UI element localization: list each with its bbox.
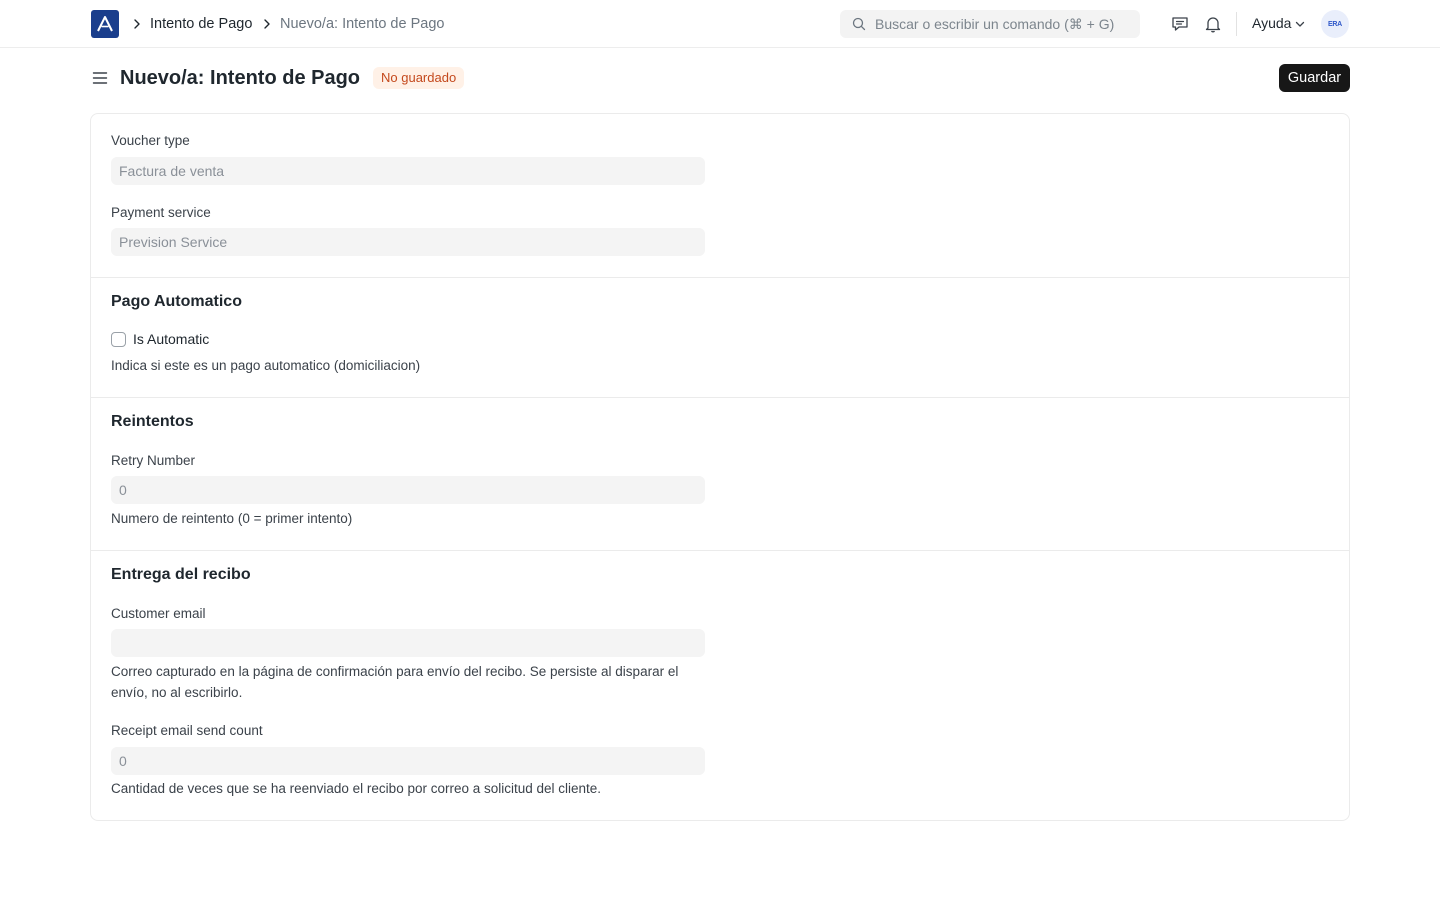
retry-number-label: Retry Number bbox=[111, 453, 196, 468]
section-divider bbox=[91, 550, 1349, 551]
help-menu[interactable]: Ayuda bbox=[1252, 15, 1291, 31]
chevron-right-icon bbox=[134, 19, 140, 29]
voucher-type-field[interactable] bbox=[111, 157, 705, 185]
logo-mark-icon bbox=[97, 16, 113, 32]
send-count-description: Cantidad de veces que se ha reenviado el… bbox=[111, 781, 602, 796]
is-automatic-checkbox[interactable] bbox=[111, 332, 126, 347]
customer-email-label: Customer email bbox=[111, 606, 206, 621]
breadcrumb-current: Nuevo/a: Intento de Pago bbox=[280, 16, 445, 32]
search-icon bbox=[852, 17, 866, 31]
customer-email-field[interactable] bbox=[111, 629, 705, 657]
status-badge: No guardado bbox=[373, 67, 465, 89]
navbar-divider bbox=[1236, 12, 1237, 36]
is-automatic-label[interactable]: Is Automatic bbox=[133, 331, 209, 347]
page-title: Nuevo/a: Intento de Pago bbox=[120, 67, 361, 89]
payment-service-field[interactable] bbox=[111, 228, 705, 256]
section-title-receipt[interactable]: Entrega del recibo bbox=[111, 565, 251, 585]
bell-icon[interactable] bbox=[1203, 14, 1223, 34]
customer-email-description: Correo capturado en la página de confirm… bbox=[111, 664, 679, 700]
chat-icon[interactable] bbox=[1170, 14, 1190, 34]
section-title-retries[interactable]: Reintentos bbox=[111, 412, 194, 432]
send-count-label: Receipt email send count bbox=[111, 723, 263, 738]
search-input[interactable] bbox=[875, 10, 1135, 38]
chevron-down-icon[interactable] bbox=[1295, 19, 1305, 29]
voucher-type-label: Voucher type bbox=[111, 133, 190, 148]
breadcrumb-doctype[interactable]: Intento de Pago bbox=[150, 15, 252, 33]
retry-number-field[interactable] bbox=[111, 476, 705, 504]
section-divider bbox=[91, 397, 1349, 398]
search-bar[interactable] bbox=[840, 10, 1140, 38]
save-button[interactable]: Guardar bbox=[1279, 64, 1350, 92]
send-count-field[interactable] bbox=[111, 747, 705, 775]
navbar: Intento de Pago Nuevo/a: Intento de Pago… bbox=[0, 0, 1440, 48]
is-automatic-description: Indica si este es un pago automatico (do… bbox=[111, 358, 421, 373]
payment-service-label: Payment service bbox=[111, 205, 211, 220]
avatar[interactable]: ERA bbox=[1321, 10, 1349, 38]
app-logo[interactable] bbox=[91, 10, 119, 38]
section-title-automatic[interactable]: Pago Automatico bbox=[111, 292, 242, 312]
form-card: Voucher type Payment service Pago Automa… bbox=[90, 113, 1350, 821]
chevron-right-icon bbox=[264, 19, 270, 29]
retry-number-description: Numero de reintento (0 = primer intento) bbox=[111, 511, 353, 526]
sidebar-toggle-icon[interactable] bbox=[92, 70, 108, 86]
section-divider bbox=[91, 277, 1349, 278]
